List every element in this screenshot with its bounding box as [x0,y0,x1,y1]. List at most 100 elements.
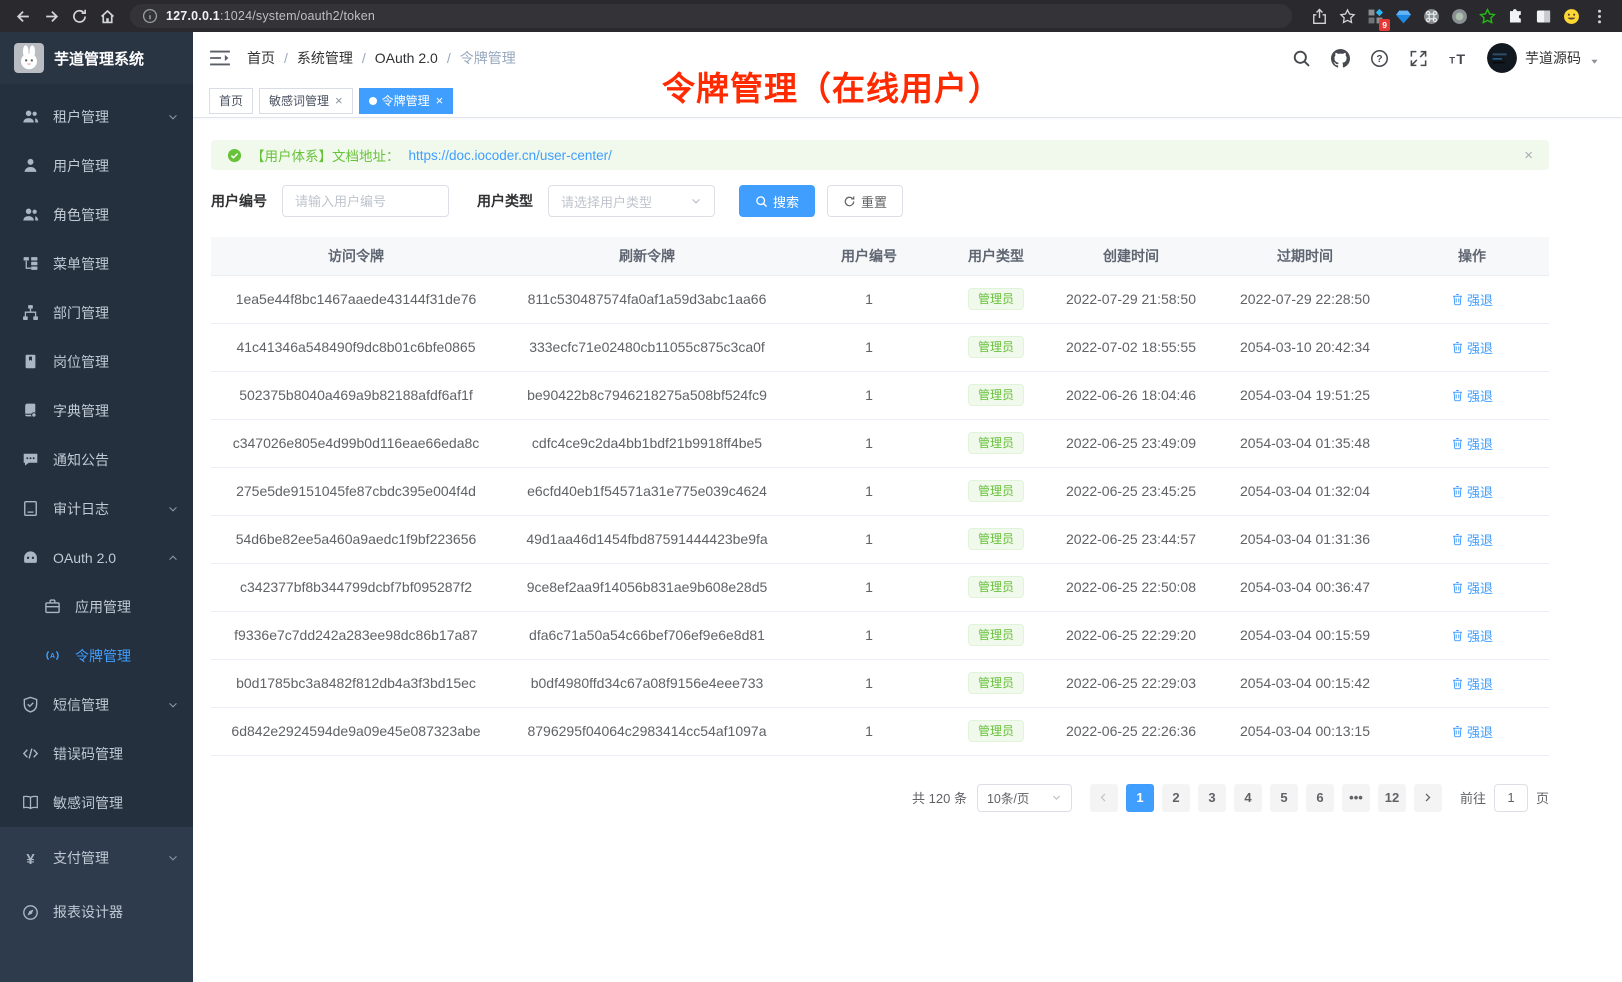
sidebar-item-dict[interactable]: 字典管理 [0,386,193,435]
force-logout-button[interactable]: 强退 [1451,578,1493,597]
ext-gem[interactable] [1390,3,1416,29]
sidebar-item-oauth2-token[interactable]: A令牌管理 [0,631,193,680]
user-type-badge: 管理员 [968,528,1024,550]
force-logout-button[interactable]: 强退 [1451,674,1493,693]
help-button[interactable]: ? [1370,49,1389,68]
reload-button[interactable] [66,3,92,29]
browser-right: 9 [1306,3,1612,29]
tab-close-icon[interactable]: × [436,94,444,107]
breadcrumb-item[interactable]: 系统管理 [297,48,353,68]
search-button[interactable] [1292,49,1311,68]
force-logout-label: 强退 [1467,578,1493,597]
pager-ellipsis[interactable]: ••• [1342,784,1370,812]
alert-close-icon[interactable]: × [1524,147,1533,164]
tab-0[interactable]: 首页 [209,88,253,114]
sidebar-item-dept[interactable]: 部门管理 [0,288,193,337]
ext-reader[interactable] [1530,3,1556,29]
force-logout-button[interactable]: 强退 [1451,530,1493,549]
reset-button[interactable]: 重置 [827,185,903,217]
tab-close-icon[interactable]: × [335,94,343,107]
cell-access-token: b0d1785bc3a8482f812db4a3f3bd15ec [211,659,501,707]
openbook-icon [22,794,39,811]
user-type-badge: 管理员 [968,384,1024,406]
page-button-5[interactable]: 5 [1270,784,1298,812]
sidebar-item-user[interactable]: 用户管理 [0,141,193,190]
page-button-12[interactable]: 12 [1378,784,1406,812]
cell-user-id: 1 [793,419,945,467]
share-button[interactable] [1306,3,1332,29]
ext-grid[interactable]: 9 [1362,3,1388,29]
search-button-label: 搜索 [773,192,799,211]
address-bar[interactable]: 127.0.0.1:1024/system/oauth2/token [130,4,1292,28]
sidebar-item-audit-log[interactable]: 审计日志 [0,484,193,533]
sidebar-item-pay[interactable]: ¥支付管理 [0,831,193,885]
force-logout-label: 强退 [1467,290,1493,309]
user-menu[interactable]: 芋道源码 [1487,43,1600,73]
user-type-select[interactable]: 请选择用户类型 [548,185,715,217]
sidebar-item-label: 字典管理 [53,401,179,421]
force-logout-button[interactable]: 强退 [1451,626,1493,645]
force-logout-button[interactable]: 强退 [1451,722,1493,741]
tab-1[interactable]: 敏感词管理× [259,88,353,114]
search-button[interactable]: 搜索 [739,185,815,217]
sidebar-item-label: 支付管理 [53,848,167,868]
fullscreen-button[interactable] [1409,49,1428,68]
ext-emoji[interactable] [1558,3,1584,29]
table-body: 1ea5e44f8bc1467aaede43144f31de76811c5304… [211,275,1549,755]
github-button[interactable] [1331,49,1350,68]
cell-user-id: 1 [793,275,945,323]
kebab-menu-button[interactable] [1586,3,1612,29]
home-button[interactable] [94,3,120,29]
ext-command[interactable] [1418,3,1444,29]
sidebar-item-oauth2[interactable]: OAuth 2.0 [0,533,193,582]
app-logo-row[interactable]: 芋道管理系统 [0,32,193,84]
force-logout-button[interactable]: 强退 [1451,386,1493,405]
main-area: 首页/系统管理/OAuth 2.0/令牌管理 ?TT 芋道源码 首页敏感词管理×… [193,32,1622,982]
star-button[interactable] [1334,3,1360,29]
doc-link[interactable]: https://doc.iocoder.cn/user-center/ [409,148,612,163]
broadcast-icon: A [44,647,61,664]
back-button[interactable] [10,3,36,29]
force-logout-button[interactable]: 强退 [1451,482,1493,501]
forward-button[interactable] [38,3,64,29]
sidebar-collapse-icon[interactable] [209,47,231,69]
sidebar-item-role[interactable]: 角色管理 [0,190,193,239]
force-logout-button[interactable]: 强退 [1451,338,1493,357]
breadcrumb-item[interactable]: 首页 [247,48,275,68]
sidebar-item-notice[interactable]: 通知公告 [0,435,193,484]
ext-gem-icon [1395,8,1412,25]
sidebar-item-oauth2-app[interactable]: 应用管理 [0,582,193,631]
sidebar-item-label: 菜单管理 [53,254,179,274]
sidebar-item-menu[interactable]: 菜单管理 [0,239,193,288]
sidebar-item-sms[interactable]: 短信管理 [0,680,193,729]
next-page-button[interactable] [1414,784,1442,812]
page-button-2[interactable]: 2 [1162,784,1190,812]
cell-user-id: 1 [793,515,945,563]
page-size-select[interactable]: 10条/页 [977,784,1072,812]
sidebar-item-sensitive-word[interactable]: 敏感词管理 [0,778,193,827]
page-button-1[interactable]: 1 [1126,784,1154,812]
breadcrumb-item[interactable]: OAuth 2.0 [375,50,438,66]
user-id-input[interactable] [282,185,449,217]
ext-puzzle[interactable] [1502,3,1528,29]
prev-page-button[interactable] [1090,784,1118,812]
sidebar-item-post[interactable]: 岗位管理 [0,337,193,386]
force-logout-button[interactable]: 强退 [1451,434,1493,453]
app-frame: 芋道管理系统 租户管理用户管理角色管理菜单管理部门管理岗位管理字典管理通知公告审… [0,32,1622,982]
page-button-3[interactable]: 3 [1198,784,1226,812]
font-size-button[interactable]: TT [1448,49,1467,68]
site-info-icon[interactable] [142,8,158,24]
sidebar-item-report[interactable]: 报表设计器 [0,885,193,939]
kebab-menu-icon [1591,8,1608,25]
ext-record[interactable] [1446,3,1472,29]
cell-access-token: 54d6be82ee5a460a9aedc1f9bf223656 [211,515,501,563]
tab-2[interactable]: 令牌管理× [359,88,454,114]
goto-page-input[interactable] [1494,784,1528,812]
ext-star-green[interactable] [1474,3,1500,29]
page-button-4[interactable]: 4 [1234,784,1262,812]
page-button-6[interactable]: 6 [1306,784,1334,812]
sidebar-item-error-code[interactable]: 错误码管理 [0,729,193,778]
sidebar-item-tenant[interactable]: 租户管理 [0,92,193,141]
trash-icon [1451,437,1464,450]
force-logout-button[interactable]: 强退 [1451,290,1493,309]
